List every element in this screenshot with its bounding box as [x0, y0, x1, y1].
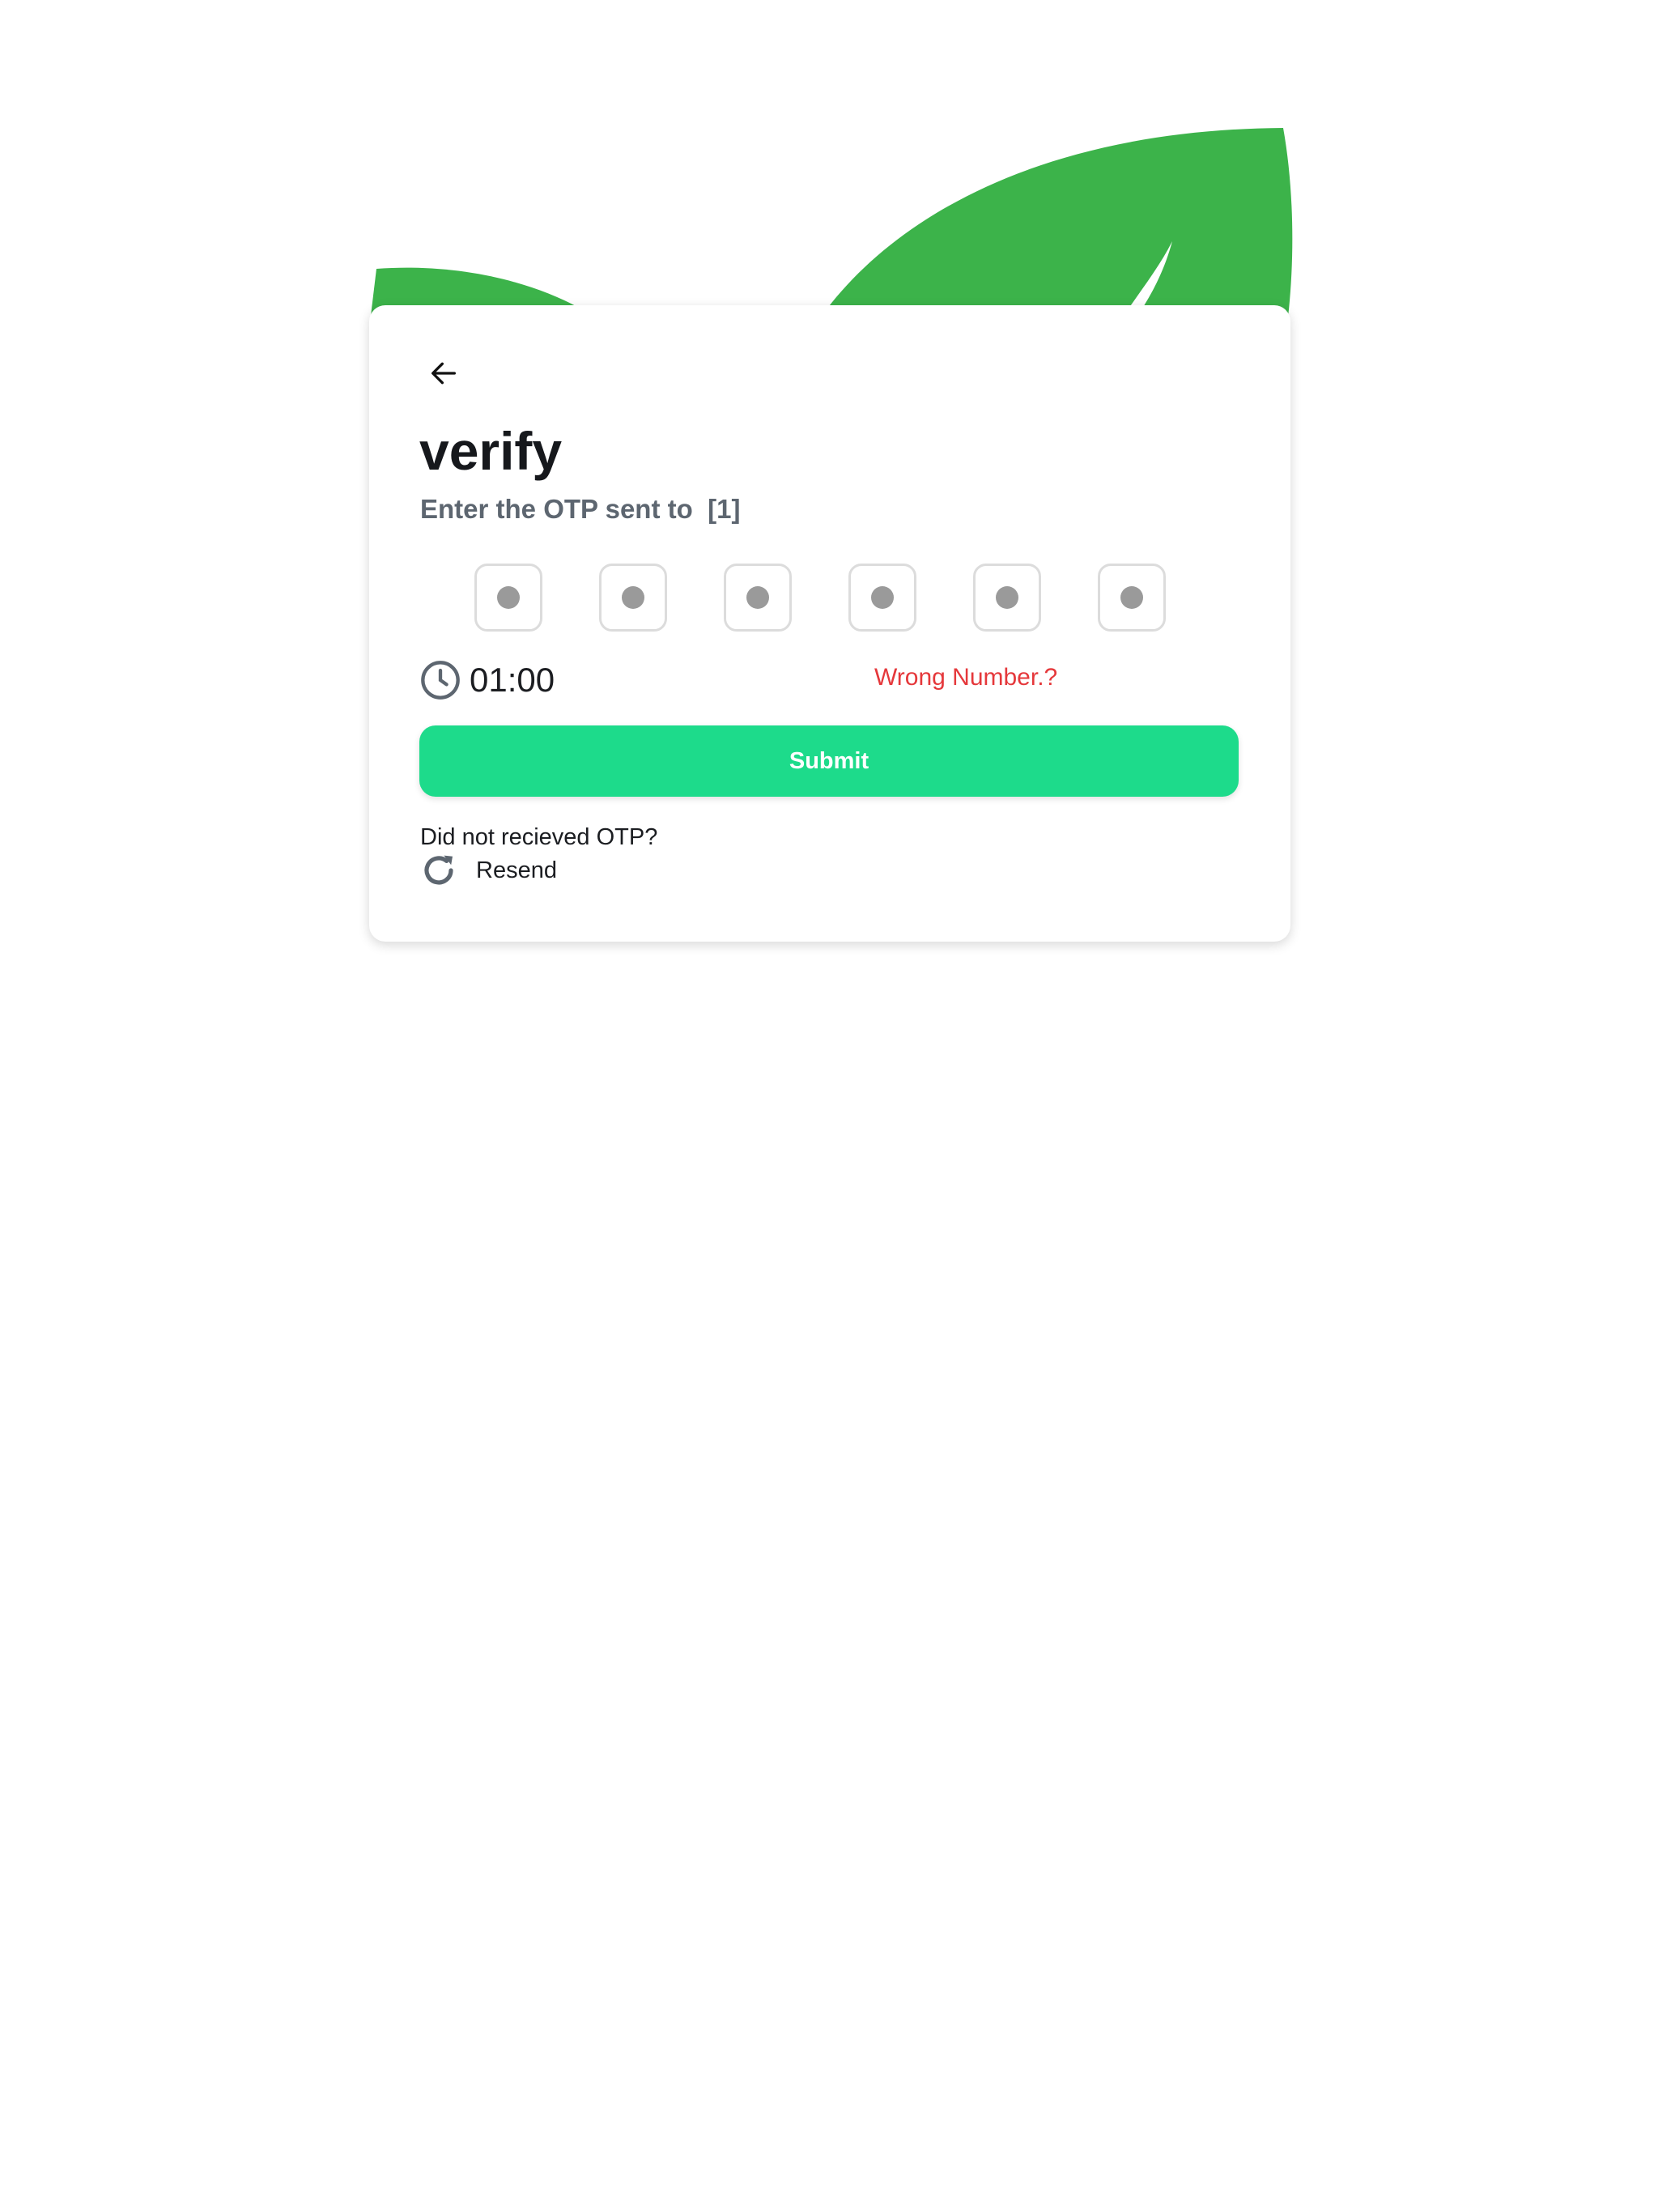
otp-digit-4[interactable] — [848, 564, 916, 632]
countdown-timer: 01:00 — [419, 659, 555, 701]
timer-value: 01:00 — [470, 661, 555, 699]
leaf-background — [369, 128, 1293, 340]
otp-placeholder-dot — [996, 586, 1018, 609]
otp-input-group — [474, 564, 1166, 632]
otp-digit-5[interactable] — [973, 564, 1041, 632]
arrow-left-icon — [432, 362, 456, 385]
clock-icon — [421, 661, 460, 700]
back-button[interactable] — [418, 347, 470, 399]
otp-digit-3[interactable] — [724, 564, 792, 632]
otp-placeholder-dot — [497, 586, 520, 609]
otp-placeholder-dot — [622, 586, 644, 609]
otp-digit-2[interactable] — [599, 564, 667, 632]
resend-hint: Did not recieved OTP? — [420, 824, 658, 850]
resend-button[interactable]: Resend — [419, 851, 557, 890]
otp-placeholder-dot — [746, 586, 769, 609]
otp-sent-message: Enter the OTP sent to [1] — [420, 494, 741, 524]
resend-label: Resend — [476, 857, 557, 883]
otp-verification-card: verify Enter the OTP sent to [1] 01:00 W… — [369, 305, 1290, 942]
wrong-number-link[interactable]: Wrong Number.? — [874, 661, 1057, 694]
otp-digit-1[interactable] — [474, 564, 542, 632]
page-title: verify — [419, 421, 563, 481]
refresh-icon — [424, 855, 453, 885]
otp-digit-6[interactable] — [1098, 564, 1166, 632]
otp-placeholder-dot — [1120, 586, 1143, 609]
otp-placeholder-dot — [871, 586, 894, 609]
submit-button[interactable]: Submit — [419, 725, 1239, 797]
